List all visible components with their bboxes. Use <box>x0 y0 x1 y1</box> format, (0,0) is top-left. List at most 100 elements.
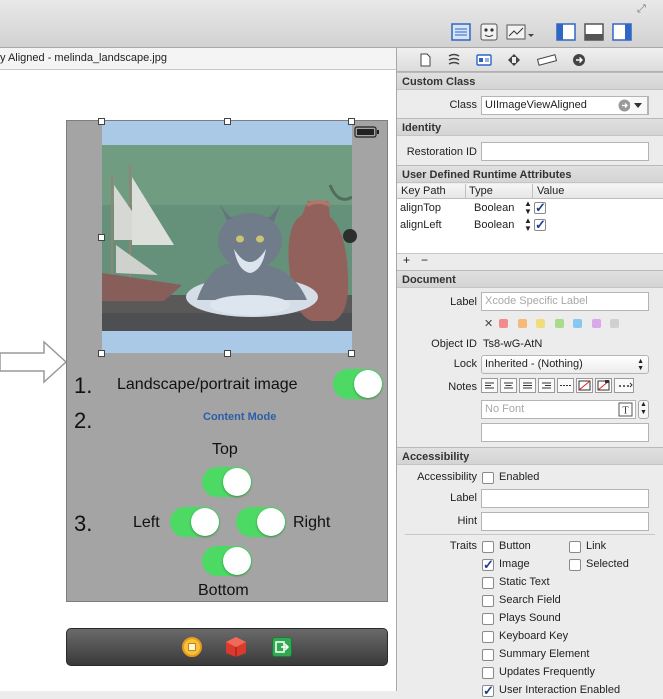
lock-value: Inherited - (Nothing) <box>485 358 583 370</box>
file-inspector-icon[interactable] <box>417 53 433 67</box>
align-right-button[interactable] <box>538 378 555 393</box>
resize-handle-tr[interactable] <box>348 118 355 125</box>
restoration-id-field[interactable] <box>481 142 649 161</box>
popup-arrows-icon: ▲ ▼ <box>637 358 644 372</box>
align-left-button[interactable] <box>481 378 498 393</box>
accessibility-hint-field[interactable] <box>481 512 649 531</box>
more-options-icon <box>619 382 633 388</box>
table-row[interactable]: alignTop Boolean ▲ ▼ <box>397 200 663 217</box>
class-dropdown-button[interactable] <box>630 96 648 115</box>
align-center-button[interactable] <box>500 378 517 393</box>
class-label: Class <box>449 99 477 111</box>
storyboard-canvas[interactable]: 1. Landscape/portrait image 2. Content M… <box>0 70 396 691</box>
toggle-debug-button[interactable] <box>583 22 605 42</box>
column-value[interactable]: Value <box>537 185 564 197</box>
resize-handle-tc[interactable] <box>224 118 231 125</box>
trait-checkbox[interactable] <box>482 613 494 625</box>
column-type[interactable]: Type <box>469 185 493 197</box>
table-row[interactable]: alignLeft Boolean ▲ ▼ <box>397 217 663 234</box>
trait-label: Button <box>499 540 531 552</box>
identity-inspector-icon[interactable] <box>476 53 492 67</box>
connections-inspector-icon[interactable] <box>571 53 587 67</box>
class-field[interactable]: UIImageViewAligned <box>481 96 649 115</box>
trait-checkbox[interactable] <box>482 557 494 573</box>
standard-editor-button[interactable] <box>450 22 472 42</box>
toggle-navigator-button[interactable] <box>555 22 577 42</box>
no-color-swatch-icon <box>578 380 591 391</box>
right-switch[interactable] <box>236 507 286 537</box>
text-color-button[interactable] <box>576 378 593 393</box>
label-color-swatch[interactable] <box>591 319 601 328</box>
label-color-swatch[interactable] <box>499 319 508 328</box>
background-color-button[interactable] <box>595 378 612 393</box>
trait-label: Summary Element <box>499 648 590 660</box>
resize-handle-bc[interactable] <box>224 350 231 357</box>
row-value-checkbox[interactable] <box>534 200 546 216</box>
xcode-label-field[interactable]: Xcode Specific Label <box>481 292 649 311</box>
row-value-checkbox[interactable] <box>534 217 546 233</box>
resize-handle-mr[interactable] <box>343 229 357 243</box>
jump-bar-title[interactable]: y Aligned - melinda_landscape.jpg <box>0 52 167 64</box>
row-type: Boolean <box>474 202 515 214</box>
align-justify-icon <box>523 382 532 389</box>
font-size-stepper[interactable]: ▲ ▼ <box>638 400 649 419</box>
content-mode-button[interactable]: Content Mode <box>203 411 276 423</box>
trait-checkbox[interactable] <box>482 683 494 699</box>
trait-checkbox[interactable] <box>482 631 494 643</box>
resize-handle-tl[interactable] <box>98 118 105 125</box>
font-field[interactable]: No Font T <box>481 400 636 419</box>
version-editor-button[interactable] <box>506 22 536 42</box>
resize-handle-ml[interactable] <box>98 234 105 241</box>
landscape-switch[interactable] <box>333 369 383 399</box>
trait-checkbox[interactable] <box>482 595 494 607</box>
size-inspector-icon[interactable] <box>537 53 557 67</box>
class-value: UIImageViewAligned <box>485 99 587 111</box>
left-switch[interactable] <box>170 507 220 537</box>
step-number-1: 1. <box>74 373 93 398</box>
add-attribute-button[interactable]: + <box>403 253 410 267</box>
stepper-icon[interactable]: ▲ ▼ <box>524 200 532 216</box>
toggle-utilities-button[interactable] <box>611 22 633 42</box>
accessibility-hint-label: Hint <box>457 515 477 527</box>
resize-handle-bl[interactable] <box>98 350 105 357</box>
first-responder-icon[interactable] <box>225 636 247 658</box>
assistant-editor-button[interactable] <box>478 22 500 42</box>
exit-icon[interactable] <box>272 637 292 657</box>
standard-editor-icon <box>451 23 471 41</box>
view-controller-scene[interactable]: 1. Landscape/portrait image 2. Content M… <box>66 118 388 602</box>
label-color-swatch[interactable] <box>554 319 564 328</box>
label-color-swatch[interactable] <box>610 319 619 328</box>
aligned-image-view[interactable] <box>102 121 352 353</box>
trait-checkbox[interactable] <box>569 541 581 553</box>
column-key-path[interactable]: Key Path <box>401 185 446 197</box>
trait-checkbox[interactable] <box>482 649 494 661</box>
align-justify-button[interactable] <box>519 378 536 393</box>
notes-more-button[interactable] <box>614 378 634 393</box>
trait-checkbox[interactable] <box>482 541 494 553</box>
accessibility-enabled-checkbox[interactable] <box>482 472 494 484</box>
remove-attribute-button[interactable]: − <box>421 253 428 267</box>
clear-label-color-icon[interactable]: ✕ <box>484 317 493 330</box>
label-color-swatch[interactable] <box>536 319 545 328</box>
font-picker-icon[interactable]: T <box>618 402 633 417</box>
attributes-inspector-icon[interactable] <box>506 53 522 67</box>
top-switch[interactable] <box>202 467 252 497</box>
view-controller-icon[interactable] <box>182 637 202 657</box>
label-color-swatch[interactable] <box>517 319 527 328</box>
trait-label: Selected <box>586 558 629 570</box>
accessibility-label-field[interactable] <box>481 489 649 508</box>
bottom-switch[interactable] <box>202 546 252 576</box>
trait-checkbox[interactable] <box>569 559 581 571</box>
inspector-tabs <box>397 48 663 72</box>
stepper-icon[interactable]: ▲ ▼ <box>524 217 532 233</box>
label-color-swatch[interactable] <box>573 319 582 328</box>
trait-checkbox[interactable] <box>482 667 494 679</box>
fullscreen-icon[interactable]: ⤢ <box>637 3 646 16</box>
quick-help-icon[interactable] <box>446 53 462 67</box>
lock-popup[interactable]: Inherited - (Nothing) ▲ ▼ <box>481 355 649 374</box>
resize-handle-br[interactable] <box>348 350 355 357</box>
notes-text-field[interactable] <box>481 423 649 442</box>
trait-checkbox[interactable] <box>482 577 494 589</box>
align-natural-button[interactable] <box>557 378 574 393</box>
row-key-path: alignTop <box>400 202 441 214</box>
